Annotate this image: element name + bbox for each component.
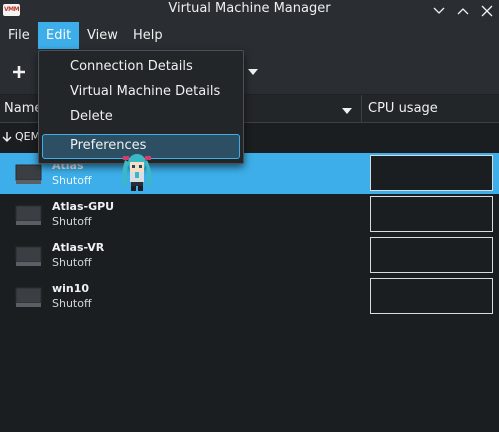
menu-view[interactable]: View — [79, 22, 126, 49]
vm-status: Shutoff — [52, 297, 92, 310]
menu-item-delete[interactable]: Delete — [70, 106, 113, 128]
vm-row[interactable]: Atlas-GPU Shutoff — [0, 194, 499, 235]
vm-row[interactable]: win10 Shutoff — [0, 276, 499, 317]
cpu-usage-graph — [370, 196, 493, 232]
cpu-usage-graph — [370, 237, 493, 273]
close-icon — [481, 5, 493, 17]
column-name[interactable]: Name — [4, 95, 42, 122]
menu-bar: File Edit View Help — [0, 22, 499, 49]
monitor-icon — [15, 246, 42, 267]
mascot-cursor-icon — [117, 150, 157, 192]
caret-down-icon — [248, 69, 258, 75]
vm-name: Atlas-GPU — [52, 200, 115, 213]
column-divider — [361, 95, 362, 122]
monitor-icon — [15, 205, 42, 226]
minimize-button[interactable] — [431, 3, 447, 19]
new-vm-button[interactable] — [10, 63, 28, 81]
connection-label: QEM — [15, 130, 41, 143]
vm-status: Shutoff — [52, 256, 92, 269]
caret-down-icon — [342, 108, 352, 114]
vm-name: win10 — [52, 282, 90, 295]
sort-indicator[interactable] — [342, 104, 352, 114]
menu-help[interactable]: Help — [125, 22, 171, 49]
column-cpu-usage[interactable]: CPU usage — [368, 95, 438, 122]
vm-name: Atlas-VR — [52, 241, 105, 254]
menu-file[interactable]: File — [0, 22, 38, 49]
arrow-down-icon[interactable] — [2, 131, 12, 143]
close-button[interactable] — [479, 3, 495, 19]
cpu-usage-graph — [370, 155, 493, 191]
vm-status: Shutoff — [52, 174, 92, 187]
vm-row[interactable]: Atlas-VR Shutoff — [0, 235, 499, 276]
edit-menu-dropdown: Connection Details Virtual Machine Detai… — [38, 50, 244, 164]
chevron-down-icon — [433, 7, 445, 14]
vm-status: Shutoff — [52, 215, 92, 228]
menu-item-vm-details[interactable]: Virtual Machine Details — [70, 81, 220, 103]
window-title: Virtual Machine Manager — [168, 1, 331, 16]
monitor-icon — [15, 164, 42, 185]
plus-icon — [13, 66, 25, 78]
chevron-up-icon — [457, 8, 469, 15]
cpu-usage-graph — [370, 278, 493, 314]
title-bar: VMM Virtual Machine Manager — [0, 0, 499, 23]
menu-edit[interactable]: Edit — [38, 22, 80, 49]
toolbar-dropdown-button[interactable] — [247, 66, 259, 76]
monitor-icon — [15, 287, 42, 308]
menu-item-connection-details[interactable]: Connection Details — [70, 56, 193, 78]
maximize-button[interactable] — [455, 3, 471, 19]
